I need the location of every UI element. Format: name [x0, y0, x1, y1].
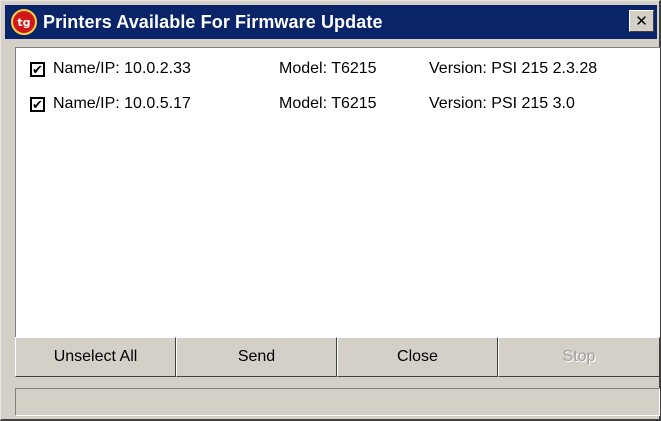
name-label: Name/IP: — [53, 60, 120, 77]
model-label: Model: — [279, 60, 328, 77]
printer-list: ✔ Name/IP: 10.0.2.33 Model: T6215 Versio… — [15, 47, 660, 337]
title-bar[interactable]: tg Printers Available For Firmware Updat… — [5, 5, 657, 39]
printer-model-field: Model: T6215 — [279, 95, 429, 113]
printer-version-field: Version: PSI 215 2.3.28 — [429, 60, 597, 78]
status-bar — [15, 388, 660, 416]
unselect-all-button[interactable]: Unselect All — [15, 337, 176, 377]
printer-model-value: T6215 — [331, 60, 377, 77]
printer-model-field: Model: T6215 — [279, 60, 429, 78]
version-label: Version: — [429, 60, 487, 77]
printer-version-value: PSI 215 3.0 — [491, 95, 575, 112]
printer-name-value: 10.0.2.33 — [124, 60, 191, 77]
name-label: Name/IP: — [53, 95, 120, 112]
printer-row[interactable]: ✔ Name/IP: 10.0.2.33 Model: T6215 Versio… — [30, 57, 597, 81]
printer-name-field: Name/IP: 10.0.2.33 — [53, 60, 279, 78]
version-label: Version: — [429, 95, 487, 112]
printer-select-checkbox[interactable]: ✔ — [30, 96, 45, 112]
printer-select-checkbox[interactable]: ✔ — [30, 61, 45, 77]
button-bar: Unselect All Send Close Stop — [15, 337, 660, 377]
printer-version-value: PSI 215 2.3.28 — [491, 60, 598, 77]
app-logo-icon: tg — [11, 9, 37, 35]
window-title: Printers Available For Firmware Update — [43, 11, 383, 32]
firmware-update-window: tg Printers Available For Firmware Updat… — [0, 0, 661, 421]
close-icon: ✕ — [635, 13, 648, 30]
model-label: Model: — [279, 95, 328, 112]
printer-name-value: 10.0.5.17 — [124, 95, 191, 112]
printer-version-field: Version: PSI 215 3.0 — [429, 95, 575, 113]
send-button[interactable]: Send — [176, 337, 337, 377]
printer-row[interactable]: ✔ Name/IP: 10.0.5.17 Model: T6215 Versio… — [30, 92, 575, 116]
close-window-button[interactable]: ✕ — [629, 10, 654, 32]
checkmark-icon: ✔ — [32, 96, 43, 112]
printer-model-value: T6215 — [331, 95, 377, 112]
stop-button: Stop — [498, 337, 660, 377]
checkmark-icon: ✔ — [32, 61, 43, 77]
close-button[interactable]: Close — [337, 337, 498, 377]
printer-name-field: Name/IP: 10.0.5.17 — [53, 95, 279, 113]
